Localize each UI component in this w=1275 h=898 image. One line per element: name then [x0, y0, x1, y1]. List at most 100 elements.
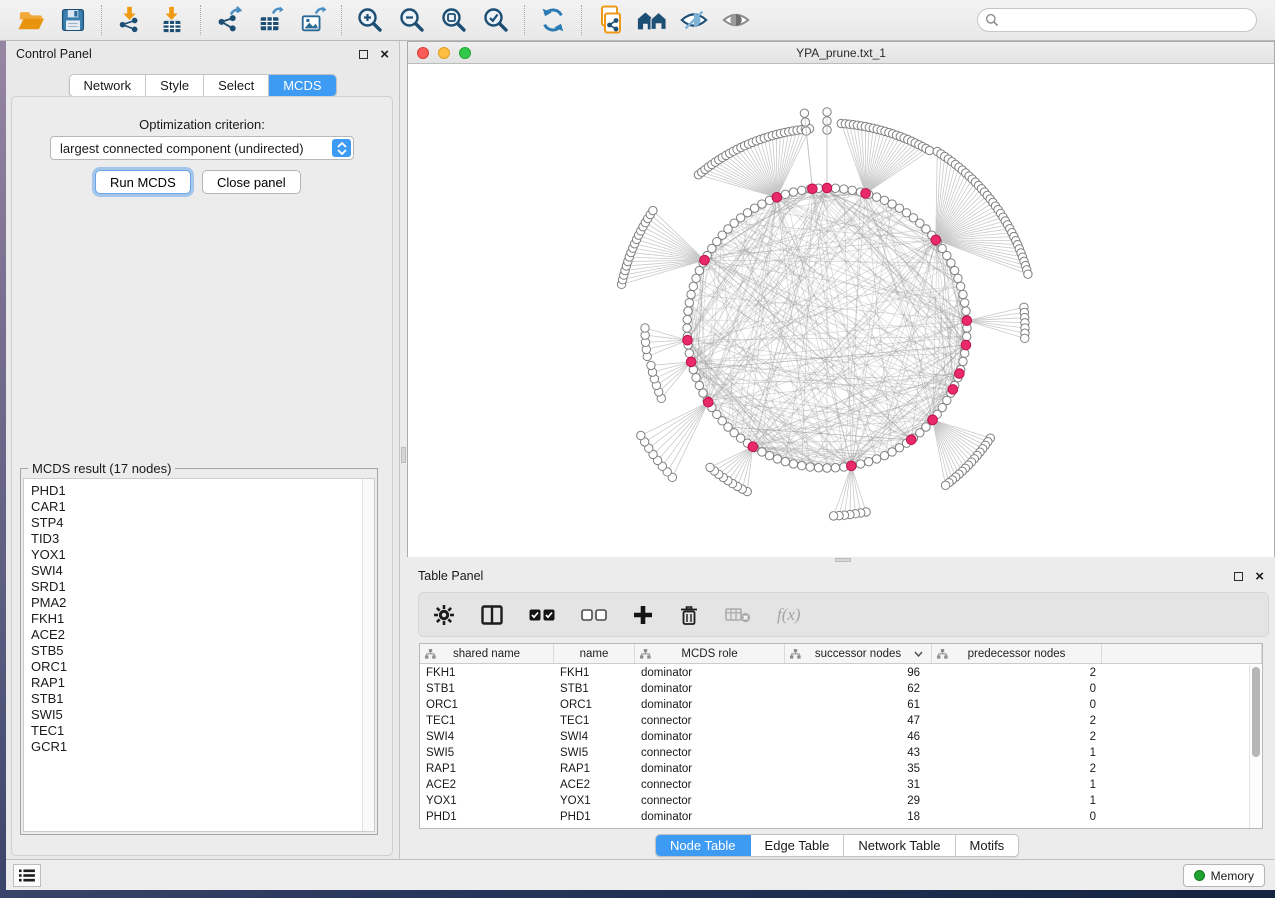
settings-gear-icon[interactable]	[433, 604, 455, 626]
import-table-icon[interactable]	[151, 2, 193, 38]
toolbar-separator	[341, 5, 342, 35]
memory-button[interactable]: Memory	[1183, 864, 1265, 887]
cell-shared-name: RAP1	[420, 763, 554, 775]
memory-label: Memory	[1211, 869, 1254, 883]
table-scrollbar[interactable]	[1249, 665, 1262, 828]
network-view-titlebar[interactable]: YPA_prune.txt_1	[408, 42, 1274, 64]
close-window-icon[interactable]	[417, 47, 429, 59]
select-all-checked-icon[interactable]	[529, 609, 555, 621]
table-row[interactable]: RAP1RAP1dominator352	[420, 761, 1249, 777]
cell-successor-nodes: 35	[785, 763, 932, 775]
cell-shared-name: SWI5	[420, 747, 554, 759]
mcds-result-item[interactable]: ACE2	[31, 627, 374, 643]
cell-MCDS-role: connector	[635, 795, 785, 807]
save-session-icon[interactable]	[52, 2, 94, 38]
mcds-result-item[interactable]: YOX1	[31, 547, 374, 563]
float-panel-icon[interactable]	[1234, 572, 1243, 581]
table-row[interactable]: ORC1ORC1dominator610	[420, 697, 1249, 713]
mcds-result-item[interactable]: PHD1	[31, 483, 374, 499]
mcds-result-item[interactable]: STB5	[31, 643, 374, 659]
cell-successor-nodes: 18	[785, 811, 932, 823]
column-header-predecessor-nodes[interactable]: predecessor nodes	[932, 644, 1102, 663]
search-input[interactable]	[977, 8, 1257, 32]
export-image-icon[interactable]	[292, 2, 334, 38]
column-header-shared-name[interactable]: shared name	[420, 644, 554, 663]
open-file-icon[interactable]	[10, 2, 52, 38]
mcds-result-item[interactable]: SWI5	[31, 707, 374, 723]
tab-network[interactable]: Network	[69, 75, 146, 96]
show-all-houses-icon[interactable]	[631, 2, 673, 38]
table-row[interactable]: FKH1FKH1dominator962	[420, 665, 1249, 681]
tab-mcds[interactable]: MCDS	[269, 75, 335, 96]
export-table-icon[interactable]	[250, 2, 292, 38]
tab-style[interactable]: Style	[146, 75, 204, 96]
close-panel-button[interactable]: Close panel	[202, 170, 301, 194]
criterion-dropdown[interactable]: largest connected component (undirected)	[50, 136, 354, 160]
mcds-result-item[interactable]: FKH1	[31, 611, 374, 627]
zoom-in-icon[interactable]	[349, 2, 391, 38]
table-tab-node-table[interactable]: Node Table	[656, 835, 751, 856]
export-network-icon[interactable]	[208, 2, 250, 38]
mcds-result-item[interactable]: TID3	[31, 531, 374, 547]
mcds-result-item[interactable]: GCR1	[31, 739, 374, 755]
zoom-out-icon[interactable]	[391, 2, 433, 38]
mcds-result-item[interactable]: SRD1	[31, 579, 374, 595]
toolbar-separator	[524, 5, 525, 35]
table-row[interactable]: TEC1TEC1connector472	[420, 713, 1249, 729]
mcds-result-item[interactable]: STP4	[31, 515, 374, 531]
splitter-handle[interactable]	[835, 558, 851, 562]
table-tab-motifs[interactable]: Motifs	[956, 835, 1019, 856]
zoom-fit-icon[interactable]	[433, 2, 475, 38]
minimize-window-icon[interactable]	[438, 47, 450, 59]
table-tab-network-table[interactable]: Network Table	[844, 835, 955, 856]
column-header-name[interactable]: name	[554, 644, 635, 663]
cell-shared-name: ACE2	[420, 779, 554, 791]
maximize-window-icon[interactable]	[459, 47, 471, 59]
show-hidden-eye-icon[interactable]	[715, 2, 757, 38]
cell-shared-name: STB1	[420, 683, 554, 695]
table-row[interactable]: STB1STB1dominator620	[420, 681, 1249, 697]
cell-MCDS-role: connector	[635, 747, 785, 759]
scrollbar-thumb[interactable]	[1252, 667, 1260, 757]
add-column-icon[interactable]	[633, 605, 653, 625]
mcds-result-item[interactable]: STB1	[31, 691, 374, 707]
mcds-list-scrollbar[interactable]	[362, 479, 374, 831]
zoom-selected-icon[interactable]	[475, 2, 517, 38]
mcds-result-item[interactable]: SWI4	[31, 563, 374, 579]
mcds-result-item[interactable]: TEC1	[31, 723, 374, 739]
splitter-handle[interactable]	[401, 447, 406, 463]
mcds-result-item[interactable]: PMA2	[31, 595, 374, 611]
delete-column-trash-icon[interactable]	[679, 604, 699, 626]
import-network-icon[interactable]	[109, 2, 151, 38]
table-panel-titlebar: Table Panel ×	[407, 563, 1275, 589]
table-tab-edge-table[interactable]: Edge Table	[751, 835, 845, 856]
mcds-result-list[interactable]: PHD1CAR1STP4TID3YOX1SWI4SRD1PMA2FKH1ACE2…	[23, 478, 375, 832]
vertical-splitter[interactable]	[400, 41, 407, 859]
column-label: MCDS role	[681, 648, 737, 660]
table-row[interactable]: SWI5SWI5connector431	[420, 745, 1249, 761]
search-box	[977, 8, 1257, 32]
table-row[interactable]: YOX1YOX1connector291	[420, 793, 1249, 809]
column-header-MCDS-role[interactable]: MCDS role	[635, 644, 785, 663]
close-panel-icon[interactable]: ×	[380, 50, 389, 59]
mcds-result-item[interactable]: ORC1	[31, 659, 374, 675]
hide-selected-eye-icon[interactable]	[673, 2, 715, 38]
float-panel-icon[interactable]	[359, 50, 368, 59]
cell-successor-nodes: 29	[785, 795, 932, 807]
table-row[interactable]: ACE2ACE2connector311	[420, 777, 1249, 793]
column-header-successor-nodes[interactable]: successor nodes	[785, 644, 932, 663]
run-mcds-button[interactable]: Run MCDS	[95, 170, 191, 194]
refresh-icon[interactable]	[532, 2, 574, 38]
table-row[interactable]: SWI4SWI4dominator462	[420, 729, 1249, 745]
mcds-result-item[interactable]: CAR1	[31, 499, 374, 515]
close-panel-icon[interactable]: ×	[1255, 572, 1264, 581]
mcds-result-item[interactable]: RAP1	[31, 675, 374, 691]
network-canvas[interactable]	[408, 64, 1274, 557]
toolbar-separator	[200, 5, 201, 35]
clone-network-icon[interactable]	[589, 2, 631, 38]
show-panels-list-icon[interactable]	[13, 864, 41, 887]
column-chooser-icon[interactable]	[481, 605, 503, 625]
tab-select[interactable]: Select	[204, 75, 269, 96]
deselect-all-unchecked-icon[interactable]	[581, 609, 607, 621]
table-row[interactable]: PHD1PHD1dominator180	[420, 809, 1249, 825]
